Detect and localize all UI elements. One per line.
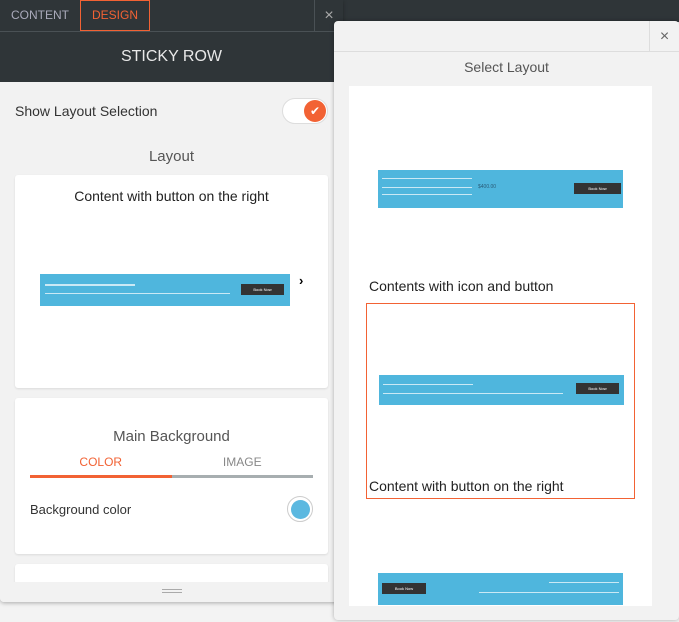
layout-thumbnail: $400.00 Book Now [378, 170, 623, 208]
layout-list[interactable]: $400.00 Book Now Contents with icon and … [349, 86, 652, 606]
layout-thumbnail: Book Now [378, 573, 623, 605]
tab-image[interactable]: IMAGE [171, 455, 313, 478]
layout-thumbnail: Book Now [379, 375, 624, 405]
layout-heading: Layout [148, 148, 195, 165]
background-color-label: Background color [30, 501, 132, 517]
layout-option-button-right[interactable]: Book Now Content with button on the righ… [366, 303, 635, 499]
show-layout-label: Show Layout Selection [15, 103, 158, 119]
tab-design[interactable]: DESIGN [80, 0, 151, 31]
check-icon: ✔ [304, 100, 326, 122]
color-swatch[interactable] [287, 496, 313, 522]
thumb-button: Book Now [574, 183, 621, 194]
close-icon[interactable]: × [649, 21, 679, 52]
thumb-button: Book Now [576, 383, 619, 394]
background-header [340, 0, 679, 22]
resize-handle[interactable] [0, 582, 343, 602]
layout-option-label: Content with button on the right [369, 478, 564, 494]
thumb-price: $400.00 [478, 184, 497, 190]
current-layout-card[interactable]: Content with button on the right Book No… [15, 175, 328, 388]
panel-title: STICKY ROW [0, 32, 343, 82]
layout-option-button-left[interactable]: Book Now [366, 506, 635, 606]
tab-color[interactable]: COLOR [30, 455, 172, 478]
current-layout-label: Content with button on the right [74, 188, 269, 204]
tab-content[interactable]: CONTENT [0, 0, 80, 31]
settings-panel: CONTENT DESIGN × STICKY ROW Show Layout … [0, 0, 343, 602]
show-layout-toggle[interactable]: ✔ [282, 98, 328, 124]
layout-selector-panel: × Select Layout $400.00 Book Now Content… [334, 21, 679, 620]
layout-option-label: Contents with icon and button [369, 278, 554, 294]
thumb-button: Book Now [382, 583, 426, 594]
select-layout-title: Select Layout [464, 59, 549, 75]
layout-thumbnail: Book Now [40, 274, 290, 306]
panel-tabs: CONTENT DESIGN × [0, 0, 343, 32]
main-background-card: Main Background COLOR IMAGE Background c… [15, 398, 328, 554]
thumb-button: Book Now [241, 284, 284, 295]
main-background-heading: Main Background [113, 428, 230, 445]
chevron-right-icon[interactable]: › [299, 273, 303, 288]
next-card [15, 564, 328, 584]
layout-option-icon-button[interactable]: $400.00 Book Now Contents with icon and … [366, 86, 635, 296]
